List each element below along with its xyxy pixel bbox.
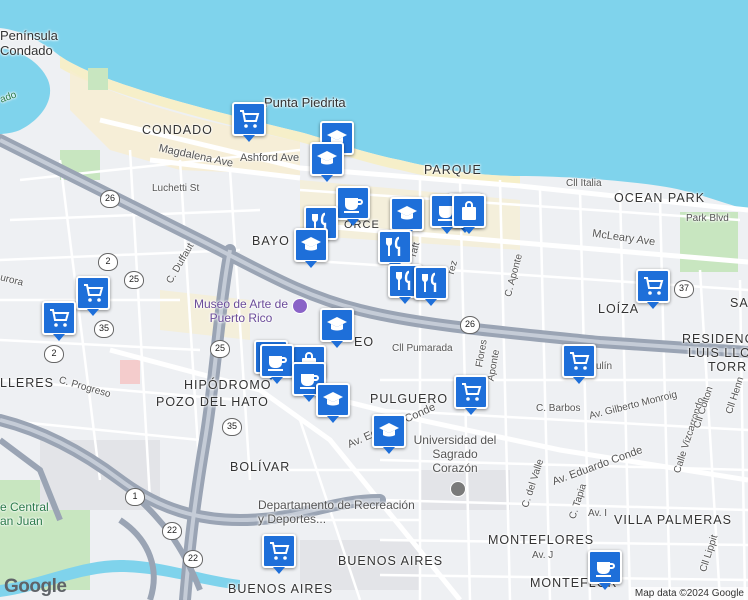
route-shield-22-north: 22 [162,522,182,540]
label-bolivar: BOLÍVAR [230,460,291,474]
store-marker[interactable] [452,194,486,234]
route-shield-35-west: 35 [94,320,114,338]
cart-icon [267,539,291,563]
route-shield-1: 1 [125,488,145,506]
label-hipodromo: HIPÓDROMO [184,378,272,392]
shopping-marker[interactable] [76,276,110,316]
label-ocean-park: OCEAN PARK [614,191,706,205]
label-condado: CONDADO [142,123,213,137]
school-icon [321,388,345,412]
label-bayo: BAYO [252,234,290,248]
route-shield-26-west: 26 [100,190,120,208]
route-shield-25-south: 25 [210,340,230,358]
street-c-barbos: C. Barbos [536,403,581,414]
route-shield-2-south: 2 [44,345,64,363]
school-icon [325,313,349,337]
cafe-marker[interactable] [336,186,370,226]
cart-icon [47,306,71,330]
poi-universidad-label: Universidad del Sagrado Corazón [413,433,497,475]
map-attribution[interactable]: Map data ©2024 Google [630,587,748,600]
restaurant-marker[interactable] [378,230,412,270]
museum-icon [292,298,308,314]
route-shield-37: 37 [674,280,694,298]
label-luis-llor: LUIS LLOR [688,346,748,360]
street-luchetti: Luchetti St [152,183,200,194]
street-ulin: ulín [596,361,613,372]
label-punta-piedrita: Punta Piedrita [264,95,346,110]
label-buenos-aires: BUENOS AIRES [228,582,334,596]
poi-departamento-recreacion[interactable]: Departamento de Recreación y Deportes... [258,498,418,526]
route-shield-22-south: 22 [183,550,203,568]
label-monteflores: MONTEFLORES [488,533,595,547]
cart-icon [567,349,591,373]
label-torre: TORRE [708,360,748,374]
school-marker[interactable] [310,142,344,182]
shopping-marker[interactable] [454,375,488,415]
label-villa-palmeras: VILLA PALMERAS [614,513,732,527]
label-parque: PARQUE [424,163,482,177]
label-loiza: LOÍZA [598,302,640,316]
street-cll-italia: Cll Italia [566,178,602,189]
bag-icon [457,199,481,223]
label-pozo-del-hato: POZO DEL HATO [156,395,269,409]
school-marker[interactable] [294,228,328,268]
street-ashford: Ashford Ave [240,152,300,164]
label-pulguero: PULGUERO [370,392,449,406]
cafe-marker[interactable] [588,550,622,590]
school-icon [315,147,339,171]
coffee-icon [593,555,617,579]
label-peninsula: Península [0,28,58,43]
street-cll-pumarada: Cll Pumarada [392,343,453,354]
cart-icon [237,107,261,131]
route-shield-25-north: 25 [124,271,144,289]
coffee-icon [265,349,289,373]
shopping-marker[interactable] [262,534,296,574]
label-eo: EO [354,335,375,349]
route-shield-35-south: 35 [222,418,242,436]
poi-museo-de-arte[interactable]: Museo de Arte de Puerto Rico [193,297,289,325]
google-logo: Google [4,576,67,597]
school-icon [377,419,401,443]
label-residenc: RESIDENC [682,332,748,346]
poi-museo-label: Museo de Arte de Puerto Rico [193,297,289,325]
route-shield-2-north: 2 [98,253,118,271]
label-buenos-aires-east: BUENOS AIRES [338,554,444,568]
street-av-j: Av. J [532,550,554,561]
cart-icon [459,380,483,404]
street-av-i: Av. I [588,508,608,519]
poi-departamento-label: Departamento de Recreación y Deportes... [258,498,415,526]
label-condado-small: Condado [0,43,53,58]
school-marker[interactable] [316,383,350,423]
cafe-marker[interactable] [260,344,294,384]
poi-central-san-juan[interactable]: e Central an Juan [0,500,50,528]
shopping-marker[interactable] [636,269,670,309]
shopping-marker[interactable] [232,102,266,142]
route-shield-26-east: 26 [460,316,480,334]
school-icon [299,233,323,257]
poi-universidad-sagrado-corazon[interactable]: Universidad del Sagrado Corazón [410,433,500,475]
restaurant-icon [383,235,407,259]
school-marker[interactable] [372,414,406,454]
restaurant-icon [419,271,443,295]
label-sa: SA [730,296,748,310]
university-icon [450,481,466,497]
shopping-marker[interactable] [562,344,596,384]
school-icon [395,202,419,226]
label-lleres: LLERES [0,376,54,390]
shopping-marker[interactable] [42,301,76,341]
poi-central-label: e Central an Juan [0,500,49,528]
coffee-icon [341,191,365,215]
restaurant-marker[interactable] [414,266,448,306]
cart-icon [81,281,105,305]
street-park-blvd: Park Blvd [686,213,729,224]
school-marker[interactable] [390,197,424,237]
school-marker[interactable] [320,308,354,348]
cart-icon [641,274,665,298]
